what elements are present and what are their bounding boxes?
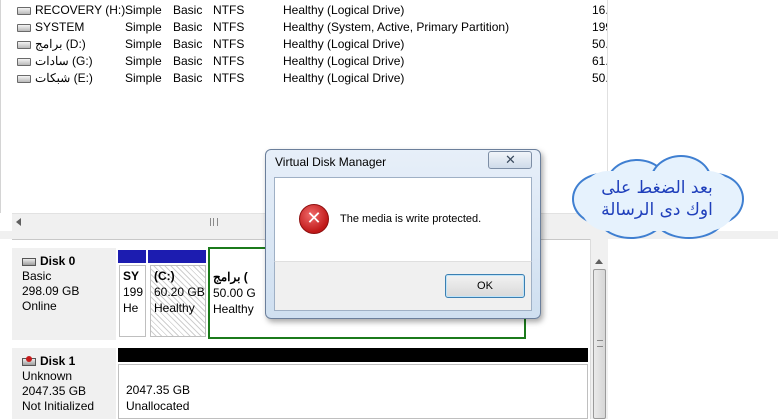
- partition-c[interactable]: (C:) 60.20 GB Healthy: [150, 265, 206, 337]
- volume-capacity: 61.0: [592, 54, 607, 68]
- dialog-footer: OK: [274, 261, 532, 311]
- callout-line: اوك دى الرسالة: [601, 200, 713, 220]
- dialog-body: ✕ The media is write protected.: [274, 177, 532, 261]
- volume-fs: NTFS: [213, 20, 245, 34]
- volume-type: Basic: [173, 71, 203, 85]
- partition-bar: [118, 250, 146, 263]
- volume-capacity: 16.5: [592, 3, 607, 17]
- partition-status: He: [123, 301, 139, 315]
- partition-unallocated[interactable]: 2047.35 GB Unallocated: [118, 364, 588, 419]
- volume-capacity: 50.0: [592, 37, 607, 51]
- volume-capacity: 199: [592, 20, 607, 34]
- dialog-message: The media is write protected.: [340, 213, 482, 225]
- scroll-left-icon[interactable]: [16, 218, 21, 226]
- volume-type: Basic: [173, 54, 203, 68]
- disk0-header[interactable]: Disk 0 Basic 298.09 GB Online: [12, 248, 116, 340]
- volume-layout: Simple: [125, 3, 162, 17]
- volume-row[interactable]: SYSTEM Simple Basic NTFS Healthy (System…: [1, 19, 607, 36]
- partition-size: 199: [123, 285, 144, 299]
- volume-status: Healthy (Logical Drive): [283, 37, 405, 51]
- volume-name: شبكات (E:): [35, 71, 93, 85]
- drive-icon: [17, 75, 31, 83]
- error-dialog: Virtual Disk Manager ✕ ✕ The media is wr…: [265, 149, 541, 319]
- disk0-title-row: Disk 0: [22, 254, 116, 269]
- volume-row[interactable]: شبكات (E:) Simple Basic NTFS Healthy (Lo…: [1, 70, 607, 87]
- volume-fs: NTFS: [213, 3, 245, 17]
- callout-line: بعد الضغط على: [601, 178, 713, 198]
- drive-icon: [17, 58, 31, 66]
- volume-name: برامج (D:): [35, 37, 86, 51]
- partition-size: 2047.35 GB: [126, 383, 191, 397]
- scroll-grip-icon: [597, 340, 603, 347]
- dialog-close-button[interactable]: ✕: [488, 151, 532, 169]
- volume-type: Basic: [173, 3, 203, 17]
- callout-cloud: بعد الضغط على اوك دى الرسالة: [566, 153, 748, 243]
- scroll-thumb[interactable]: [593, 269, 606, 419]
- disk1-size: 2047.35 GB: [22, 384, 87, 398]
- disk-icon: [22, 258, 36, 266]
- drive-icon: [17, 41, 31, 49]
- volume-row[interactable]: برامج (D:) Simple Basic NTFS Healthy (Lo…: [1, 36, 607, 53]
- volume-status: Healthy (System, Active, Primary Partiti…: [283, 20, 510, 34]
- partition-bar: [148, 250, 206, 263]
- volume-type: Basic: [173, 20, 203, 34]
- dialog-title: Virtual Disk Manager: [275, 155, 387, 169]
- volume-fs: NTFS: [213, 37, 245, 51]
- partition-status: Healthy: [154, 301, 195, 315]
- ok-button[interactable]: OK: [445, 274, 525, 298]
- disk0-type: Basic: [22, 269, 52, 283]
- volume-layout: Simple: [125, 54, 162, 68]
- vertical-scrollbar[interactable]: [590, 239, 608, 419]
- volume-row[interactable]: RECOVERY (H:) Simple Basic NTFS Healthy …: [1, 2, 607, 19]
- disk1-title: Disk 1: [40, 354, 76, 368]
- volume-type: Basic: [173, 37, 203, 51]
- disk0-title: Disk 0: [40, 254, 76, 268]
- volume-status: Healthy (Logical Drive): [283, 71, 405, 85]
- disk1-type: Unknown: [22, 369, 73, 383]
- partition-label: (C:): [154, 269, 175, 283]
- partition-size: 50.00 G: [213, 286, 256, 300]
- volume-fs: NTFS: [213, 71, 245, 85]
- disk0-state: Online: [22, 299, 57, 313]
- volume-capacity: 50.0: [592, 71, 607, 85]
- volume-status: Healthy (Logical Drive): [283, 54, 405, 68]
- error-icon: ✕: [299, 204, 329, 234]
- volume-fs: NTFS: [213, 54, 245, 68]
- disk1-header[interactable]: Disk 1 Unknown 2047.35 GB Not Initialize…: [12, 348, 116, 419]
- partition-label: SY: [123, 269, 140, 283]
- volume-layout: Simple: [125, 71, 162, 85]
- callout-text: بعد الضغط على اوك دى الرسالة: [566, 177, 748, 221]
- volume-name: سادات (G:): [35, 54, 93, 68]
- disk-error-icon: [22, 356, 36, 366]
- volume-row[interactable]: سادات (G:) Simple Basic NTFS Healthy (Lo…: [1, 53, 607, 70]
- volume-status: Healthy (Logical Drive): [283, 3, 405, 17]
- unallocated-bar: [118, 348, 588, 362]
- disk1-state: Not Initialized: [22, 399, 95, 413]
- volume-layout: Simple: [125, 20, 162, 34]
- partition-status: Healthy: [213, 302, 254, 316]
- volume-name: RECOVERY (H:): [35, 3, 126, 17]
- disk1-title-row: Disk 1: [22, 354, 116, 369]
- drive-icon: [17, 24, 31, 32]
- volume-layout: Simple: [125, 37, 162, 51]
- partition-status: Unallocated: [126, 399, 190, 413]
- scroll-up-icon[interactable]: [595, 259, 603, 264]
- partition-label: برامج (: [213, 270, 248, 284]
- volume-name: SYSTEM: [35, 20, 85, 34]
- scroll-grip-icon[interactable]: [210, 218, 218, 226]
- partition-size: 60.20 GB: [154, 285, 205, 299]
- drive-icon: [17, 7, 31, 15]
- disk0-size: 298.09 GB: [22, 284, 80, 298]
- close-icon: ✕: [505, 153, 516, 168]
- partition-system[interactable]: SY 199 He: [119, 265, 146, 337]
